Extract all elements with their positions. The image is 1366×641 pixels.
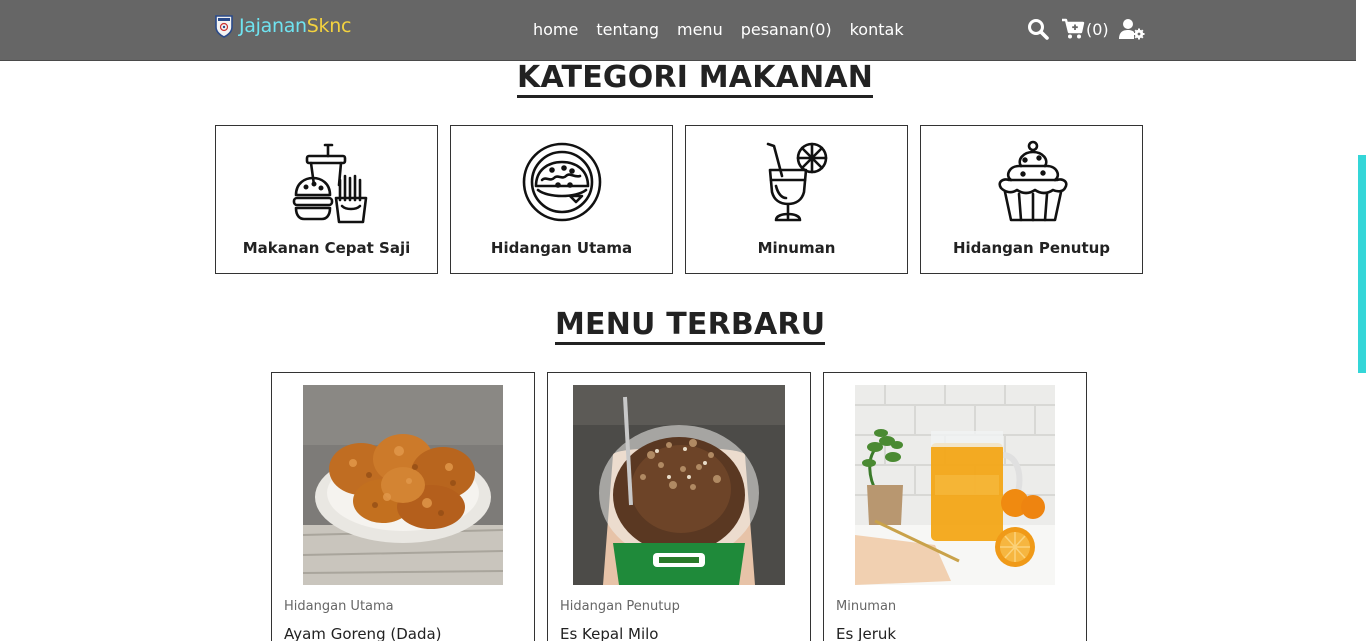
menu-image-es-jeruk[interactable] [855,385,1055,585]
category-label: Minuman [757,239,836,257]
category-label: Hidangan Penutup [952,239,1111,257]
nav-link-menu[interactable]: menu [677,20,723,39]
menu-card[interactable]: Hidangan Utama Ayam Goreng (Dada) [271,372,535,641]
nav-icons: (0) [1027,18,1145,40]
drink-icon [766,142,828,222]
category-label: Hidangan Utama [490,239,633,257]
navbar: JajananSknc home tentang menu pesanan(0)… [0,0,1356,61]
fast-food-icon [292,143,368,224]
cart-plus-icon [1062,18,1085,39]
cupcake-icon [998,140,1068,222]
category-card-main-dish[interactable]: Hidangan Utama [450,125,673,274]
category-card-dessert[interactable]: Hidangan Penutup [920,125,1143,274]
menu-card[interactable]: Hidangan Penutup Es Kepal Milo [547,372,811,641]
search-icon[interactable] [1027,18,1049,40]
main-dish-icon [522,142,602,222]
menu-item-category: Hidangan Penutup [560,599,680,614]
menu-card[interactable]: Minuman Es Jeruk [823,372,1087,641]
user-cog-icon[interactable] [1118,18,1145,40]
menu-item-category: Minuman [836,599,897,614]
logo-text-part2: Sknc [306,15,352,37]
category-card-drink[interactable]: Minuman [685,125,908,274]
cart-button[interactable]: (0) [1061,18,1109,40]
menu-item-category: Hidangan Utama [284,599,394,614]
nav-link-home[interactable]: home [533,20,578,39]
nav-links: home tentang menu pesanan(0) kontak [533,20,904,39]
scrollbar-thumb[interactable] [1358,155,1366,373]
menu-item-name[interactable]: Ayam Goreng (Dada) [284,625,442,641]
nav-link-kontak[interactable]: kontak [850,20,904,39]
menu-image-es-kepal-milo[interactable] [573,385,785,585]
category-label: Makanan Cepat Saji [242,239,411,257]
nav-link-pesanan[interactable]: pesanan(0) [741,20,832,39]
menu-image-fried-chicken[interactable] [303,385,503,585]
menu-item-name[interactable]: Es Kepal Milo [560,625,658,641]
menu-item-name[interactable]: Es Jeruk [836,625,896,641]
category-card-fast-food[interactable]: Makanan Cepat Saji [215,125,438,274]
logo-badge-icon [215,15,233,38]
cart-count: (0) [1086,19,1109,39]
menu-section-title: MENU TERBARU [555,308,826,345]
category-section-title: KATEGORI MAKANAN [517,61,874,98]
logo-text: JajananSknc [239,15,351,37]
nav-link-tentang[interactable]: tentang [596,20,659,39]
logo[interactable]: JajananSknc [214,14,351,38]
logo-text-part1: Jajanan [239,15,307,37]
